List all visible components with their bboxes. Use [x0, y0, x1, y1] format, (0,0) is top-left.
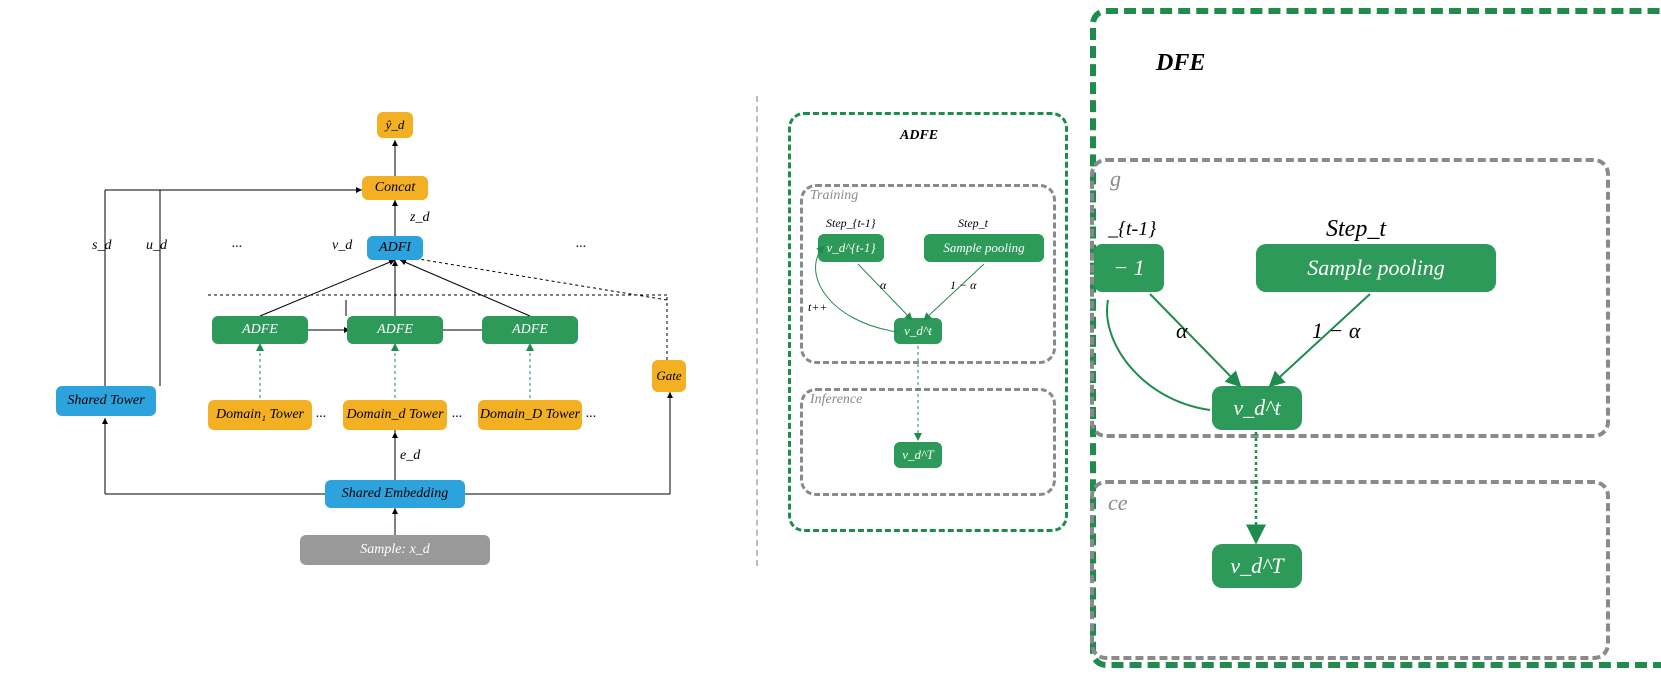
ellipsis-top: ...: [232, 236, 243, 252]
adfe-1: ADFE: [212, 316, 308, 344]
ellipsis-mid-l: ...: [316, 406, 327, 422]
zd-label: z_d: [410, 210, 429, 226]
dfe-alpha: α: [1176, 318, 1188, 344]
shared-embedding: Shared Embedding: [325, 480, 465, 508]
ellipsis-mid-r: ...: [452, 406, 463, 422]
left-arrows: [0, 0, 760, 600]
alpha-label: α: [880, 278, 886, 293]
y-hat-node: ŷ_d: [377, 112, 413, 138]
domain-1-tower: Domain₁ Tower: [208, 400, 312, 430]
oneminus-label: 1 − α: [950, 278, 976, 293]
dfe-oneminus: 1 − α: [1312, 318, 1360, 344]
ed-label: e_d: [400, 448, 420, 464]
adfe-d: ADFE: [347, 316, 443, 344]
adfi-node: ADFI: [367, 236, 423, 260]
ellipsis-mid-rr: ...: [586, 406, 597, 422]
sample-node: Sample: x_d: [300, 535, 490, 565]
vd-label: v_d: [332, 238, 352, 254]
domain-D-tower: Domain_D Tower: [478, 400, 582, 430]
diagram-canvas: ŷ_d Concat z_d ADFI s_d u_d v_d ... ... …: [0, 0, 1661, 676]
divider-line: [756, 96, 758, 566]
tpp-label: t++: [808, 300, 828, 315]
mid-arrows: [788, 112, 1088, 552]
concat-node: Concat: [362, 176, 428, 200]
shared-tower: Shared Tower: [56, 386, 156, 416]
domain-d-tower: Domain_d Tower: [343, 400, 447, 430]
ellipsis-top-right: ...: [576, 236, 587, 252]
adfe-D: ADFE: [482, 316, 578, 344]
sd-label: s_d: [92, 238, 111, 254]
gate-node: Gate: [652, 360, 686, 392]
ud-label: u_d: [146, 238, 167, 254]
